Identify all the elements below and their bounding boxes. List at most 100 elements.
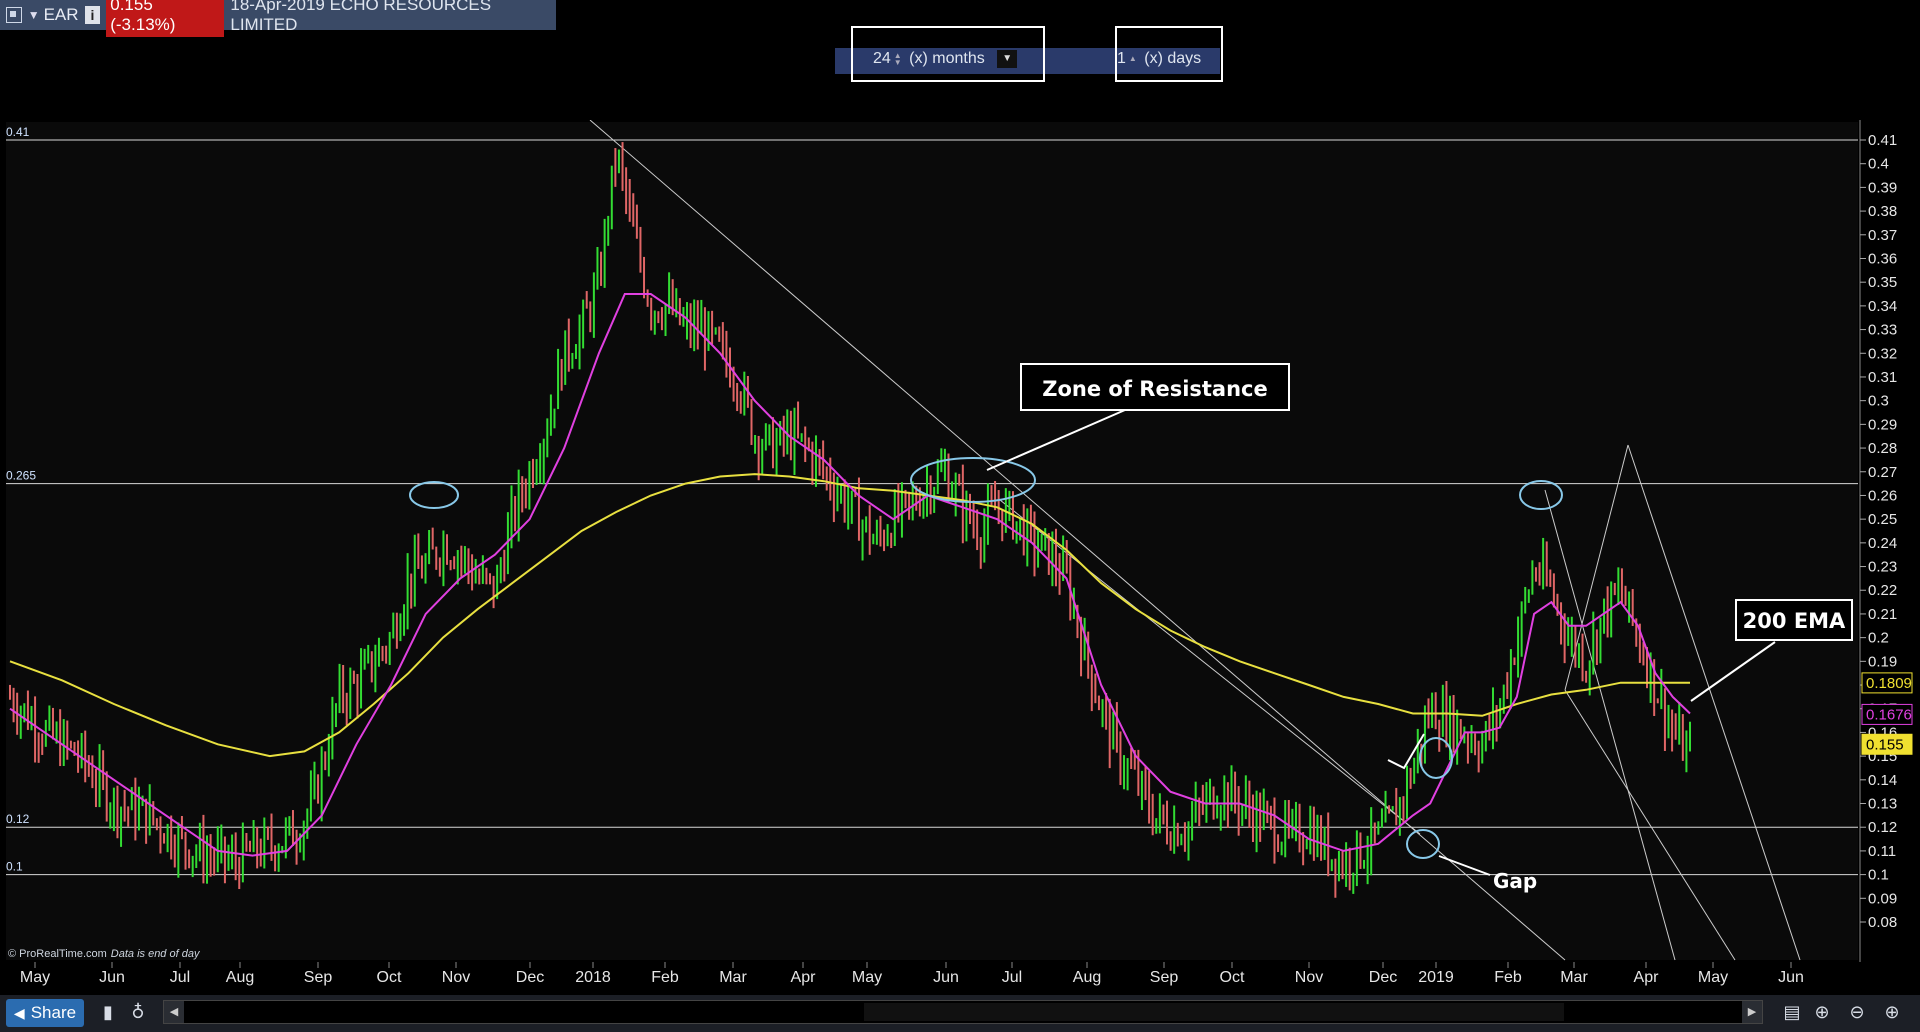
spinner-icon[interactable]: ▲ ▼ [894, 52, 902, 67]
last-value-label: 0.155 [1866, 736, 1904, 753]
zoom-fit-icon[interactable]: ⊕ [1810, 1001, 1834, 1025]
x-tick-label: Oct [377, 969, 402, 986]
price-change-badge: 0.155 (-3.13%) [106, 0, 225, 37]
y-tick-label: 0.38 [1868, 203, 1897, 220]
scroll-right-icon[interactable]: ▶ [1742, 1001, 1762, 1023]
level-label: 0.1 [6, 860, 23, 874]
spinner-icon[interactable]: ▲ [1129, 55, 1137, 63]
share-button[interactable]: ◀ Share [6, 999, 84, 1027]
x-tick-label: Nov [442, 969, 470, 986]
ema-200-label: 200 EMA [1743, 609, 1846, 633]
x-tick-label: 2018 [575, 969, 611, 986]
share-icon: ◀ [13, 1004, 25, 1021]
x-tick-label: 2019 [1418, 969, 1454, 986]
y-tick-label: 0.1 [1868, 867, 1889, 884]
y-tick-label: 0.31 [1868, 369, 1897, 386]
last-value-badges: 0.1809 0.1676 0.155 [1861, 672, 1913, 755]
plot-area [6, 122, 1858, 960]
scroll-thumb[interactable] [864, 1003, 1564, 1021]
y-tick-label: 0.08 [1868, 914, 1897, 931]
y-tick-label: 0.39 [1868, 179, 1897, 196]
instrument-title: 18-Apr-2019 ECHO RESOURCES LIMITED [230, 0, 492, 34]
x-tick-label: Aug [226, 969, 254, 986]
y-tick-label: 0.34 [1868, 298, 1897, 315]
days-selector[interactable]: 1 ▲ (x) days [1115, 26, 1223, 82]
level-label: 0.12 [6, 812, 30, 826]
x-tick-label: Jul [1002, 969, 1022, 986]
months-selector[interactable]: 24 ▲ ▼ (x) months ▼ [851, 26, 1045, 82]
y-tick-label: 0.11 [1868, 843, 1896, 860]
y-tick-label: 0.28 [1868, 440, 1897, 457]
bottom-toolbar: ◀ Share ▮ ♁ ◀ ▶ ▤ ⊕ ⊖ ⊕ [0, 995, 1920, 1032]
y-tick-label: 0.4 [1868, 156, 1889, 173]
indicator-icon[interactable]: ♁ [126, 1001, 150, 1025]
x-tick-label: Nov [1295, 969, 1323, 986]
y-tick-label: 0.41 [1868, 132, 1897, 149]
x-tick-label: Apr [1634, 969, 1660, 986]
x-tick-label: Dec [516, 969, 544, 986]
last-value-label: 0.1676 [1866, 706, 1912, 723]
x-tick-label: Apr [791, 969, 817, 986]
symbol-label[interactable]: EAR [44, 5, 79, 25]
y-tick-label: 0.24 [1868, 535, 1897, 552]
y-tick-label: 0.25 [1868, 511, 1897, 528]
credit-text: © ProRealTime.com Data is end of day [8, 948, 201, 960]
y-tick-label: 0.13 [1868, 796, 1897, 813]
days-value[interactable]: 1 [1117, 50, 1126, 67]
y-tick-label: 0.23 [1868, 559, 1897, 576]
y-tick-label: 0.22 [1868, 582, 1897, 599]
gap-label: Gap [1493, 869, 1537, 893]
x-tick-label: Aug [1073, 969, 1101, 986]
x-tick-label: Jul [170, 969, 190, 986]
y-tick-label: 0.29 [1868, 416, 1897, 433]
y-tick-label: 0.09 [1868, 890, 1897, 907]
ticker-header[interactable]: ▼ EAR i 0.155 (-3.13%) 18-Apr-2019 ECHO … [0, 0, 556, 37]
days-label: (x) days [1144, 50, 1202, 67]
x-tick-label: Feb [651, 969, 679, 986]
x-tick-label: Feb [1494, 969, 1522, 986]
x-tick-label: May [20, 969, 50, 986]
x-tick-label: Jun [933, 969, 959, 986]
x-tick-label: Sep [304, 969, 333, 986]
dropdown-arrow-icon[interactable]: ▼ [997, 50, 1018, 68]
credit-label: © ProRealTime.com [8, 948, 107, 960]
x-tick-label: Oct [1220, 969, 1245, 986]
y-tick-label: 0.26 [1868, 487, 1897, 504]
window-icon[interactable] [6, 7, 22, 23]
y-tick-label: 0.36 [1868, 250, 1897, 267]
share-label: Share [30, 1003, 77, 1022]
zoom-out-icon[interactable]: ⊖ [1845, 1001, 1869, 1025]
x-tick-label: Mar [719, 969, 747, 986]
info-icon[interactable]: i [84, 6, 101, 24]
y-tick-label: 0.19 [1868, 653, 1897, 670]
x-tick-label: Jun [1778, 969, 1804, 986]
y-tick-label: 0.35 [1868, 274, 1897, 291]
y-tick-label: 0.2 [1868, 630, 1889, 647]
draw-tools-icon[interactable]: ▮ [96, 1001, 120, 1025]
y-tick-label: 0.21 [1868, 606, 1897, 623]
y-tick-label: 0.32 [1868, 345, 1897, 362]
y-tick-label: 0.37 [1868, 227, 1897, 244]
data-note: Data is end of day [111, 948, 201, 960]
chart-scrollbar[interactable]: ◀ ▶ [163, 1000, 1763, 1024]
zone-of-resistance-label: Zone of Resistance [1042, 377, 1268, 401]
y-tick-label: 0.3 [1868, 393, 1889, 410]
level-label: 0.265 [6, 469, 36, 483]
x-tick-label: May [852, 969, 882, 986]
last-value-label: 0.1809 [1866, 675, 1912, 692]
y-tick-label: 0.12 [1868, 819, 1897, 836]
x-tick-label: Jun [99, 969, 125, 986]
price-chart[interactable]: 0.41 0.265 0.12 0.1 0.41 0.4 0.39 0.38 0.37 0.36… [0, 120, 1920, 995]
x-tick-label: May [1698, 969, 1728, 986]
x-tick-label: Sep [1150, 969, 1179, 986]
zoom-in-icon[interactable]: ⊕ [1880, 1001, 1904, 1025]
y-tick-label: 0.27 [1868, 464, 1897, 481]
y-tick-label: 0.14 [1868, 772, 1897, 789]
level-label: 0.41 [6, 125, 30, 139]
months-value[interactable]: 24 [873, 50, 891, 67]
chart-settings-icon[interactable]: ▤ [1780, 1001, 1804, 1025]
x-tick-label: Mar [1560, 969, 1588, 986]
chevron-down-icon[interactable]: ▼ [28, 8, 40, 22]
y-tick-label: 0.33 [1868, 322, 1897, 339]
scroll-left-icon[interactable]: ◀ [164, 1001, 184, 1023]
